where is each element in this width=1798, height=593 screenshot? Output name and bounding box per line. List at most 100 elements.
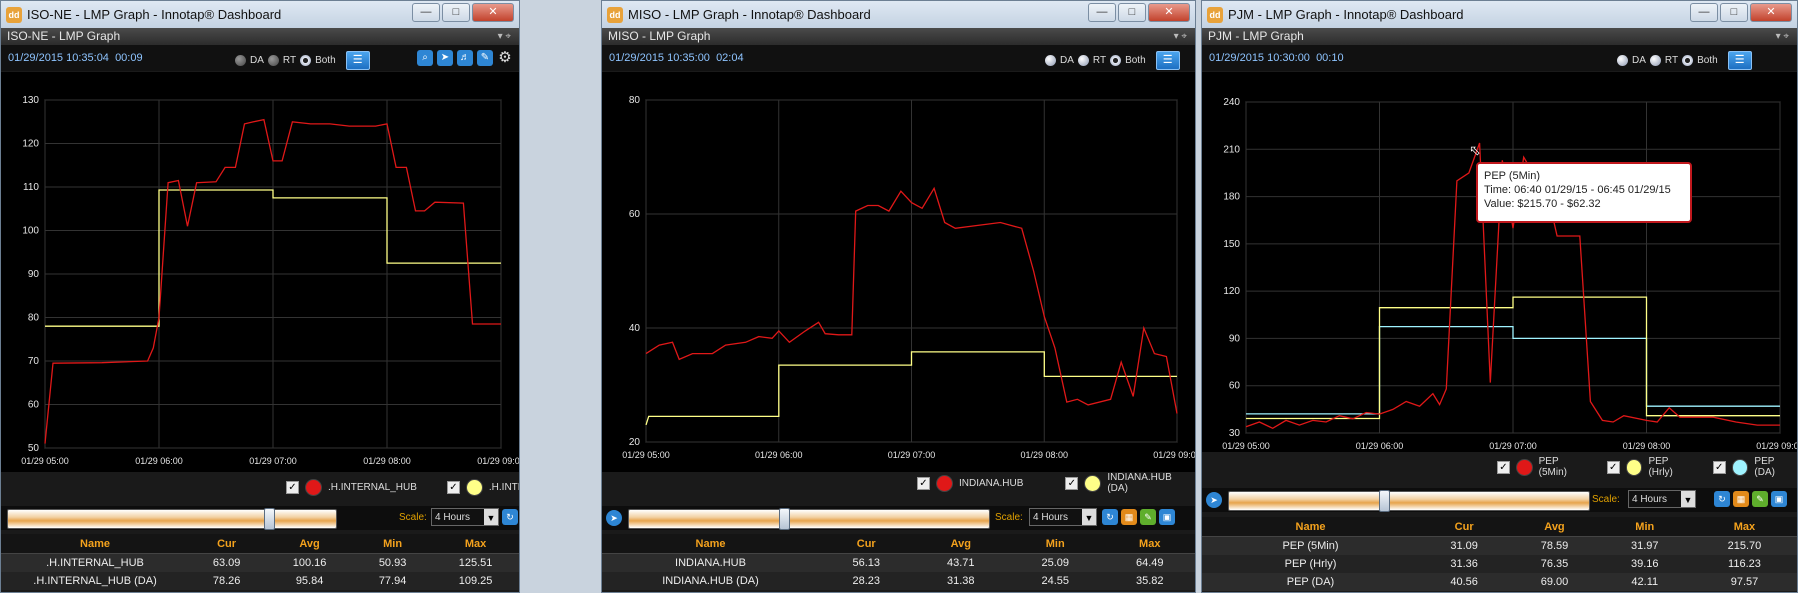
chart-svg: 20 40 60 80 01/29 05:00 01/29 06:00 01/29 07:0… <box>622 95 1196 460</box>
radio-rt[interactable] <box>267 55 279 66</box>
cell: 100.16 <box>264 553 355 572</box>
time-slider[interactable] <box>1228 490 1590 512</box>
legend-swatch <box>305 479 322 496</box>
scale-dropdown[interactable]: 4 Hours ▼ <box>1628 490 1696 508</box>
list-menu-button[interactable]: ☰ <box>1155 51 1180 70</box>
grid-icon[interactable]: ▦ <box>1121 509 1137 525</box>
x-tick-label: 01/29 08:00 <box>363 456 411 466</box>
legend-checkbox[interactable]: ✓ <box>1497 460 1510 474</box>
radio-da[interactable] <box>1045 55 1056 66</box>
legend-checkbox[interactable]: ✓ <box>286 481 299 494</box>
zoom-icon[interactable]: ⌕ <box>417 50 433 66</box>
pin-icon[interactable]: ▾ ⌖ <box>498 28 511 45</box>
refresh-icon[interactable]: ↻ <box>502 509 518 525</box>
table-header: Name Cur Avg Min Max <box>1 534 519 554</box>
legend-checkbox[interactable]: ✓ <box>917 476 930 490</box>
cell: 43.71 <box>913 553 1008 572</box>
radio-rt-label: RT <box>1664 55 1679 66</box>
list-menu-button[interactable]: ☰ <box>345 51 370 70</box>
elapsed-time: 00:10 <box>1316 52 1344 64</box>
close-button[interactable]: ✕ <box>472 3 514 22</box>
legend-checkbox[interactable]: ✓ <box>446 481 460 494</box>
x-tick-label: 01/29 05:00 <box>21 456 69 466</box>
minimize-button[interactable]: — <box>412 3 440 22</box>
table-row[interactable]: PEP (DA) 40.56 69.00 42.11 97.57 <box>1202 573 1797 591</box>
slider-thumb[interactable] <box>779 508 790 530</box>
col-max: Max <box>1102 534 1195 554</box>
table-row[interactable]: PEP (Hrly) 31.36 76.35 39.16 116.23 <box>1202 555 1797 573</box>
close-button[interactable]: ✕ <box>1750 3 1792 22</box>
cell: 109.25 <box>430 572 519 590</box>
chevron-down-icon: ▼ <box>1082 509 1096 525</box>
cell: 116.23 <box>1689 555 1797 573</box>
pin-icon[interactable]: ▾ ⌖ <box>1776 28 1789 45</box>
maximize-button[interactable]: □ <box>1118 3 1146 22</box>
radio-da-label: DA <box>250 55 264 66</box>
scale-value: 4 Hours <box>1033 512 1069 523</box>
monitor-icon[interactable]: ▣ <box>1159 509 1175 525</box>
cell: 77.94 <box>354 572 431 590</box>
grid-icon[interactable]: ▦ <box>1733 491 1749 507</box>
y-tick-label: 90 <box>28 269 40 280</box>
slider-thumb[interactable] <box>1379 490 1390 512</box>
table-row[interactable]: INDIANA.HUB (DA) 28.23 31.38 24.55 35.82 <box>602 572 1195 590</box>
radio-both[interactable] <box>1682 55 1694 66</box>
gear-icon[interactable]: ⚙ <box>497 50 513 66</box>
time-slider[interactable] <box>628 508 990 530</box>
table-row[interactable]: .H.INTERNAL_HUB 63.09 100.16 50.93 125.51 <box>1 553 519 572</box>
radio-rt[interactable] <box>1649 55 1661 66</box>
refresh-icon[interactable]: ↻ <box>1714 491 1730 507</box>
scale-dropdown[interactable]: 4 Hours ▼ <box>1029 508 1097 526</box>
pin-icon[interactable]: ▾ ⌖ <box>1174 28 1187 45</box>
y-tick-label: 210 <box>1223 144 1240 155</box>
legend-swatch <box>1625 458 1643 476</box>
window-titlebar[interactable]: dd MISO - LMP Graph - Innotap® Dashboard… <box>602 1 1195 28</box>
play-icon[interactable]: ➤ <box>1206 492 1222 508</box>
radio-da[interactable] <box>1617 55 1628 66</box>
minimize-button[interactable]: — <box>1690 3 1718 22</box>
y-tick-label: 60 <box>1229 381 1241 392</box>
scale-dropdown[interactable]: 4 Hours ▼ <box>431 508 499 526</box>
edit-icon[interactable]: ✎ <box>1140 509 1156 525</box>
edit-icon[interactable]: ✎ <box>1752 491 1768 507</box>
list-menu-button[interactable]: ☰ <box>1727 51 1752 70</box>
x-tick-label: 01/29 09:00 <box>1153 450 1196 460</box>
cell: 97.57 <box>1689 573 1797 591</box>
export-icon[interactable]: ✎ <box>477 50 493 66</box>
sound-icon[interactable]: ♬ <box>457 50 473 66</box>
timestamp: 01/29/2015 10:35:04 00:09 <box>8 52 143 64</box>
tooltip-title: PEP (5Min) <box>1484 170 1541 182</box>
legend-checkbox[interactable]: ✓ <box>1712 460 1726 474</box>
radio-rt-label: RT <box>282 55 297 66</box>
play-icon[interactable]: ➤ <box>606 510 622 526</box>
x-tick-label: 01/29 07:00 <box>1489 441 1537 451</box>
window-title: MISO - LMP Graph - Innotap® Dashboard <box>628 7 871 22</box>
elapsed-time: 02:04 <box>716 52 744 64</box>
forward-icon[interactable]: ➤ <box>437 50 453 66</box>
panel-title: ISO-NE - LMP Graph <box>7 29 121 43</box>
time-slider[interactable] <box>7 508 337 530</box>
cell: 64.49 <box>1102 553 1195 572</box>
time-slider-row: ➤ Scale: 4 Hours ▼ ↻ ▦ ✎ ▣ <box>602 506 1195 530</box>
legend-checkbox[interactable]: ✓ <box>1606 460 1620 474</box>
legend-checkbox[interactable]: ✓ <box>1065 476 1079 490</box>
monitor-icon[interactable]: ▣ <box>1771 491 1787 507</box>
radio-both[interactable] <box>1110 55 1122 66</box>
window-titlebar[interactable]: dd ISO-NE - LMP Graph - Innotap® Dashboa… <box>1 1 519 28</box>
radio-both[interactable] <box>300 55 312 66</box>
col-cur: Cur <box>189 534 265 554</box>
chart-svg: 50 60 70 80 90 100 110 120 130 01/29 05:00 01/29 0… <box>21 95 519 466</box>
table-row[interactable]: INDIANA.HUB 56.13 43.71 25.09 64.49 <box>602 553 1195 572</box>
table-row[interactable]: PEP (5Min) 31.09 78.59 31.97 215.70 <box>1202 536 1797 555</box>
radio-rt[interactable] <box>1077 55 1089 66</box>
close-button[interactable]: ✕ <box>1148 3 1190 22</box>
refresh-icon[interactable]: ↻ <box>1102 509 1118 525</box>
cell: PEP (5Min) <box>1202 536 1419 555</box>
maximize-button[interactable]: □ <box>442 3 470 22</box>
table-row[interactable]: .H.INTERNAL_HUB (DA) 78.26 95.84 77.94 109.2… <box>1 572 519 590</box>
maximize-button[interactable]: □ <box>1720 3 1748 22</box>
window-titlebar[interactable]: dd PJM - LMP Graph - Innotap® Dashboard … <box>1202 1 1797 28</box>
minimize-button[interactable]: — <box>1088 3 1116 22</box>
slider-thumb[interactable] <box>264 508 275 530</box>
radio-da[interactable] <box>235 55 246 66</box>
